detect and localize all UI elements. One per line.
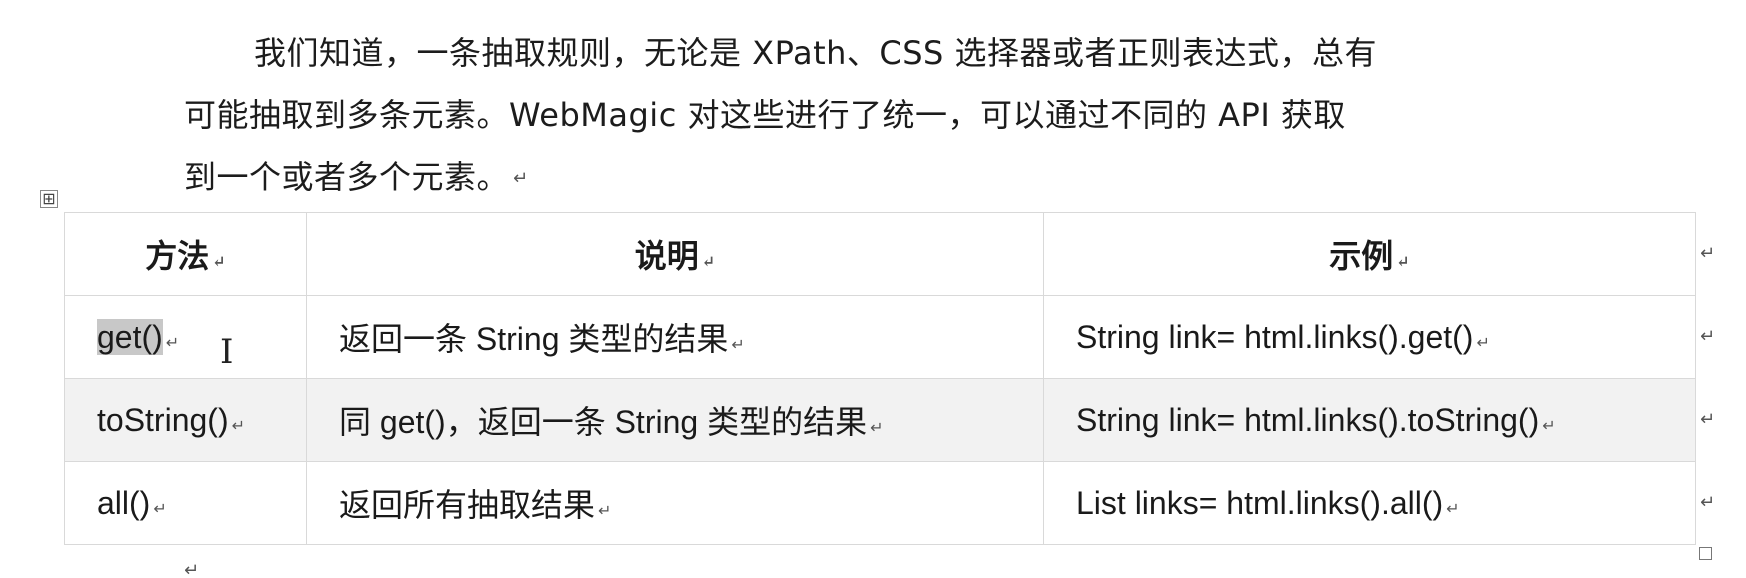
description-text[interactable]: 返回所有抽取结果	[339, 487, 595, 523]
table-resize-handle-icon[interactable]	[1699, 547, 1712, 560]
example-cell[interactable]: String link= html.links().toString() ↵	[1043, 378, 1696, 462]
row-end-marks: ↵ ↵ ↵ ↵	[1700, 212, 1720, 544]
method-cell[interactable]: toString() ↵	[64, 378, 307, 462]
cell-end-mark-icon: ↵	[701, 252, 716, 271]
cell-end-mark-icon: ↵	[212, 252, 226, 271]
paragraph-mark-icon: ↵	[184, 560, 200, 578]
method-cell[interactable]: all() ↵	[64, 461, 307, 545]
example-text[interactable]: List links= html.links().all()	[1076, 485, 1443, 521]
cell-end-mark-icon: ↵	[1542, 417, 1556, 435]
cell-end-mark-icon: ↵	[598, 503, 612, 520]
cell-end-mark-icon: ↵	[870, 420, 884, 437]
description-cell[interactable]: 返回所有抽取结果 ↵	[306, 461, 1044, 545]
method-text[interactable]: all()	[97, 485, 150, 521]
cell-end-mark-icon: ↵	[731, 337, 745, 354]
row-end-mark-icon: ↵	[1700, 492, 1716, 513]
example-cell[interactable]: String link= html.links().get() ↵	[1043, 295, 1696, 379]
header-cell-description[interactable]: 说明 ↵	[306, 212, 1044, 296]
method-text[interactable]: toString()	[97, 402, 229, 438]
description-cell[interactable]: 返回一条 String 类型的结果 ↵	[306, 295, 1044, 379]
paragraph-line[interactable]: 到一个或者多个元素。 ↵	[184, 146, 1564, 210]
method-cell[interactable]: get() ↵	[64, 295, 307, 379]
example-cell[interactable]: List links= html.links().all() ↵	[1043, 461, 1696, 545]
intro-paragraph[interactable]: 我们知道，一条抽取规则，无论是 XPath、CSS 选择器或者正则表达式，总有 …	[184, 22, 1564, 210]
description-cell[interactable]: 同 get()，返回一条 String 类型的结果 ↵	[306, 378, 1044, 462]
cell-end-mark-icon: ↵	[1476, 334, 1490, 352]
text-cursor-icon: I	[220, 332, 234, 372]
cell-end-mark-icon: ↵	[231, 417, 245, 435]
cell-end-mark-icon: ↵	[165, 334, 180, 352]
paragraph-text[interactable]: 我们知道，一条抽取规则，无论是 XPath、CSS 选择器或者正则表达式，总有	[254, 34, 1377, 72]
table-row: toString() ↵ 同 get()，返回一条 String 类型的结果 ↵ S…	[64, 378, 1696, 462]
table-row: get() ↵ 返回一条 String 类型的结果 ↵ String link= h…	[64, 295, 1696, 379]
header-label: 说明	[634, 237, 699, 275]
cell-end-mark-icon: ↵	[1396, 252, 1410, 271]
table-move-handle-icon[interactable]: ⊞	[40, 190, 58, 208]
header-cell-method[interactable]: 方法 ↵	[64, 212, 307, 296]
row-end-mark-icon: ↵	[1700, 409, 1716, 430]
paragraph-line[interactable]: 可能抽取到多条元素。WebMagic 对这些进行了统一，可以通过不同的 API …	[184, 84, 1564, 146]
header-label: 方法	[145, 237, 210, 275]
paragraph-text[interactable]: 到一个或者多个元素。	[184, 158, 509, 196]
header-cell-example[interactable]: 示例 ↵	[1043, 212, 1696, 296]
methods-table[interactable]: 方法 ↵ 说明 ↵ 示例 ↵ get() ↵ 返回一条 String 类型的结果 ↵ St…	[64, 212, 1696, 545]
table-row: all() ↵ 返回所有抽取结果 ↵ List links= html.links(…	[64, 461, 1696, 545]
paragraph-line[interactable]: 我们知道，一条抽取规则，无论是 XPath、CSS 选择器或者正则表达式，总有	[184, 22, 1564, 84]
cell-end-mark-icon: ↵	[153, 500, 167, 518]
row-end-mark-icon: ↵	[1700, 243, 1716, 264]
description-text[interactable]: 返回一条 String 类型的结果	[339, 321, 728, 357]
selected-text[interactable]: get()	[97, 318, 163, 355]
paragraph-mark-icon: ↵	[513, 168, 529, 189]
cell-end-mark-icon: ↵	[1446, 500, 1460, 518]
description-text[interactable]: 同 get()，返回一条 String 类型的结果	[339, 404, 867, 440]
table-header-row: 方法 ↵ 说明 ↵ 示例 ↵	[64, 212, 1696, 296]
example-text[interactable]: String link= html.links().toString()	[1076, 402, 1539, 438]
paragraph-text[interactable]: 可能抽取到多条元素。WebMagic 对这些进行了统一，可以通过不同的 API …	[184, 96, 1346, 134]
row-end-mark-icon: ↵	[1700, 326, 1716, 347]
document-page: 我们知道，一条抽取规则，无论是 XPath、CSS 选择器或者正则表达式，总有 …	[0, 0, 1746, 578]
header-label: 示例	[1329, 237, 1394, 275]
example-text[interactable]: String link= html.links().get()	[1076, 319, 1473, 355]
